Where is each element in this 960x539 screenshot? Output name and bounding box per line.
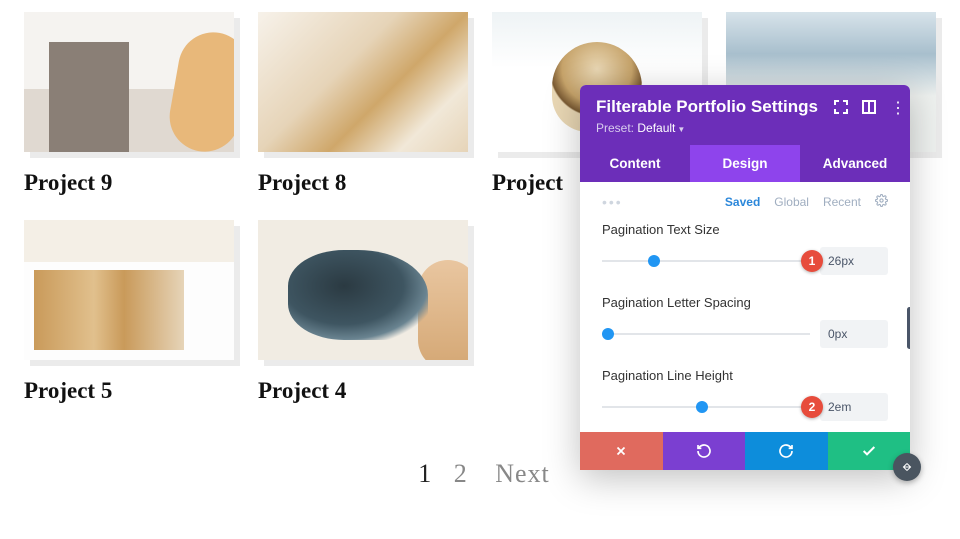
redo-button[interactable] — [745, 432, 828, 470]
cancel-button[interactable] — [580, 432, 663, 470]
portfolio-thumb[interactable] — [24, 220, 234, 360]
text-size-input[interactable]: 1 26px — [820, 247, 888, 275]
page-1[interactable]: 1 — [418, 459, 431, 488]
option-label: Pagination Text Size — [602, 222, 888, 237]
portfolio-thumb[interactable] — [24, 12, 234, 152]
panel-title: Filterable Portfolio Settings — [596, 97, 818, 117]
panel-tabs: Content Design Advanced — [580, 145, 910, 182]
close-icon — [614, 444, 628, 458]
chevron-down-icon: ▼ — [677, 125, 685, 134]
portfolio-title: Project 8 — [258, 170, 468, 196]
undo-button[interactable] — [663, 432, 746, 470]
portfolio-thumb[interactable] — [258, 12, 468, 152]
option-label: Pagination Letter Spacing — [602, 295, 888, 310]
filter-recent[interactable]: Recent — [823, 195, 861, 209]
panel-header: Filterable Portfolio Settings Preset: De… — [580, 85, 910, 145]
portfolio-title: Project 9 — [24, 170, 234, 196]
option-label: Pagination Line Height — [602, 368, 888, 383]
callout-badge-2: 2 — [801, 396, 823, 418]
option-text-size: Pagination Text Size 1 26px — [602, 222, 888, 275]
letter-spacing-slider[interactable] — [602, 327, 810, 341]
undo-icon — [696, 443, 712, 459]
portfolio-item[interactable]: Project 8 — [258, 12, 468, 196]
expand-icon[interactable] — [834, 100, 848, 114]
body-toolbar: ••• Saved Global Recent — [602, 194, 888, 210]
preset-row[interactable]: Preset: Default▼ — [596, 121, 894, 135]
option-letter-spacing: Pagination Letter Spacing 0px — [602, 295, 888, 348]
page-next[interactable]: Next — [495, 459, 550, 488]
callout-badge-1: 1 — [801, 250, 823, 272]
tab-design[interactable]: Design — [690, 145, 800, 182]
action-bar — [580, 432, 910, 470]
scrollbar-thumb[interactable] — [907, 307, 910, 349]
gear-icon[interactable] — [875, 194, 888, 210]
line-height-input[interactable]: 2 2em — [820, 393, 888, 421]
text-size-slider[interactable] — [602, 254, 810, 268]
filter-global[interactable]: Global — [774, 195, 809, 209]
portfolio-title: Project 4 — [258, 378, 468, 404]
portfolio-item[interactable]: Project 5 — [24, 220, 234, 404]
portfolio-item[interactable]: Project 9 — [24, 12, 234, 196]
tab-advanced[interactable]: Advanced — [800, 145, 910, 182]
page-2[interactable]: 2 — [454, 459, 467, 488]
snap-icon[interactable] — [862, 100, 876, 114]
letter-spacing-input[interactable]: 0px — [820, 320, 888, 348]
portfolio-thumb[interactable] — [258, 220, 468, 360]
overflow-icon[interactable]: ••• — [602, 194, 623, 210]
more-icon[interactable] — [890, 100, 894, 114]
settings-panel: Filterable Portfolio Settings Preset: De… — [580, 85, 910, 470]
line-height-slider[interactable] — [602, 400, 810, 414]
preset-value: Default — [637, 121, 675, 135]
resize-handle[interactable] — [893, 453, 921, 481]
filter-saved[interactable]: Saved — [725, 195, 760, 209]
check-icon — [861, 443, 877, 459]
redo-icon — [778, 443, 794, 459]
panel-body: ••• Saved Global Recent Pagination Text … — [580, 182, 910, 432]
tab-content[interactable]: Content — [580, 145, 690, 182]
portfolio-item[interactable]: Project 4 — [258, 220, 468, 404]
preset-label: Preset: — [596, 121, 634, 135]
option-line-height: Pagination Line Height 2 2em — [602, 368, 888, 421]
resize-icon — [899, 459, 916, 476]
portfolio-title: Project 5 — [24, 378, 234, 404]
